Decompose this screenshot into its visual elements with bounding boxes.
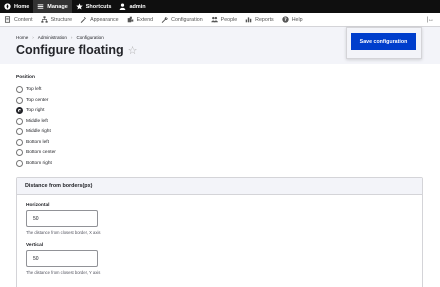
structure-icon: [40, 16, 48, 23]
distance-legend: Distance from borders(px): [17, 178, 422, 195]
toolbar-manage-label: Manage: [47, 3, 68, 10]
toolbar-user[interactable]: admin: [115, 0, 149, 13]
position-option-bottom-right[interactable]: Bottom right: [16, 159, 52, 167]
svg-text:?: ?: [284, 17, 287, 23]
hamburger-menu-icon: [37, 4, 44, 9]
menu-item-extend[interactable]: Extend: [123, 13, 158, 27]
favorite-star-icon[interactable]: ☆: [128, 44, 138, 57]
toolbar-manage[interactable]: Manage: [33, 0, 72, 13]
menu-item-content-label: Content: [14, 16, 33, 23]
save-configuration-button[interactable]: Save configuration: [351, 33, 416, 50]
radio-button[interactable]: [16, 117, 23, 125]
page-title-text: Configure floating: [16, 43, 124, 57]
radio-button[interactable]: [16, 128, 23, 135]
menu-item-people-label: People: [220, 16, 238, 23]
position-option-label: Bottom center: [26, 150, 56, 155]
toolbar-shortcuts[interactable]: Shortcuts: [72, 0, 116, 13]
menu-item-content[interactable]: Content: [0, 13, 37, 27]
drupal-drop-icon: [4, 3, 11, 10]
distance-fieldset: Distance from borders(px) Horizontal 50 …: [16, 177, 423, 287]
user-icon: [120, 3, 126, 10]
menu-item-help[interactable]: ? Help: [278, 13, 307, 27]
wrench-icon: [161, 16, 168, 23]
position-label: Position: [16, 75, 35, 80]
reports-icon: [245, 17, 252, 23]
admin-toolbar: Home Manage Shortcuts admin: [0, 0, 440, 13]
position-option-label: Middle right: [26, 129, 51, 134]
position-option-label: Top left: [26, 87, 42, 92]
horizontal-label: Horizontal: [26, 203, 50, 208]
radio-button[interactable]: [16, 138, 23, 146]
appearance-icon: [80, 17, 87, 23]
radio-button[interactable]: [16, 107, 23, 114]
menu-item-people[interactable]: People: [207, 13, 242, 27]
radio-button[interactable]: [16, 96, 23, 104]
toolbar-user-label: admin: [129, 3, 146, 10]
position-option-top-right[interactable]: Top right: [16, 107, 44, 114]
position-option-bottom-center[interactable]: Bottom center: [16, 149, 56, 156]
menu-item-reports-label: Reports: [255, 16, 274, 23]
position-option-label: Top center: [26, 97, 49, 103]
vertical-description: The distance from closest border, Y axis: [26, 270, 101, 275]
menu-item-appearance-label: Appearance: [90, 16, 119, 23]
position-option-middle-left[interactable]: Middle left: [16, 117, 48, 125]
admin-menu-bar: Content Structure Appearance Extend Conf…: [0, 13, 440, 27]
position-option-top-left[interactable]: Top left: [16, 86, 41, 93]
menu-item-extend-label: Extend: [136, 16, 154, 23]
content-icon: [4, 16, 11, 23]
position-option-label: Bottom right: [26, 160, 52, 166]
position-option-top-center[interactable]: Top center: [16, 96, 49, 104]
horizontal-description: The distance from closest border, X axis: [26, 230, 101, 235]
menu-item-help-label: Help: [291, 16, 303, 23]
menu-item-configuration[interactable]: Configuration: [157, 13, 207, 27]
menu-item-appearance[interactable]: Appearance: [76, 13, 123, 27]
position-option-label: Bottom left: [26, 139, 49, 145]
radio-button[interactable]: [16, 86, 23, 93]
position-option-label: Top right: [26, 108, 45, 113]
position-option-bottom-left[interactable]: Bottom left: [16, 138, 49, 146]
toolbar-home-label: Home: [14, 3, 30, 10]
breadcrumb: Home › Administration › Configuration: [16, 35, 104, 40]
star-icon: [76, 3, 83, 10]
horizontal-input[interactable]: 50: [26, 210, 98, 227]
vertical-input[interactable]: 50: [26, 250, 98, 267]
breadcrumb-separator: ›: [70, 35, 73, 40]
position-option-middle-right[interactable]: Middle right: [16, 128, 51, 135]
radio-button[interactable]: [16, 149, 23, 156]
position-option-label: Middle left: [26, 118, 48, 124]
menu-item-structure-label: Structure: [50, 16, 73, 23]
radio-button[interactable]: [16, 159, 23, 167]
breadcrumb-administration[interactable]: Administration: [38, 35, 67, 40]
toolbar-home[interactable]: Home: [0, 0, 33, 13]
breadcrumb-separator: ›: [32, 35, 34, 40]
page-title: Configure floating ☆: [16, 43, 138, 57]
menu-item-reports[interactable]: Reports: [241, 13, 278, 27]
floating-actions: Save configuration: [346, 27, 422, 59]
help-icon: ?: [282, 16, 289, 23]
toolbar-shortcuts-label: Shortcuts: [85, 3, 112, 10]
breadcrumb-home[interactable]: Home: [16, 35, 28, 40]
menu-item-structure[interactable]: Structure: [37, 13, 77, 27]
people-icon: [211, 16, 218, 23]
extend-icon: [127, 16, 133, 23]
orientation-toggle-icon[interactable]: |↔: [426, 17, 440, 23]
breadcrumb-configuration[interactable]: Configuration: [76, 35, 103, 40]
menu-item-configuration-label: Configuration: [171, 16, 203, 23]
vertical-label: Vertical: [26, 243, 44, 248]
